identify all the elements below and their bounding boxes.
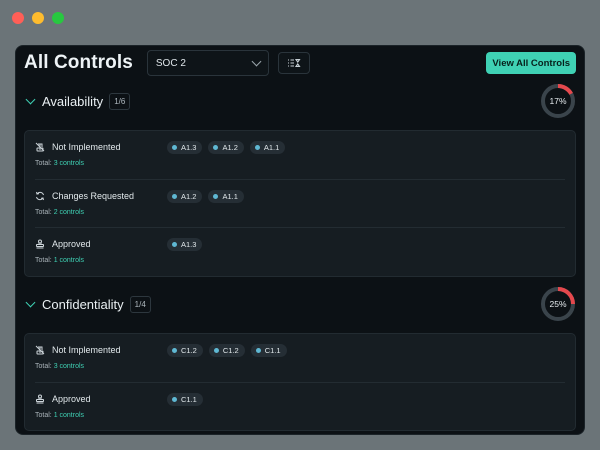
progress-label: 17% <box>549 96 567 106</box>
filter-button[interactable] <box>277 52 310 74</box>
total-label: Total: <box>35 411 52 419</box>
control-chip[interactable]: A1.2 <box>208 141 244 154</box>
chevron-down-icon[interactable] <box>25 297 36 307</box>
refresh-icon <box>36 191 44 200</box>
total-label: Total: <box>35 257 52 264</box>
approved-stamp-icon <box>36 239 44 249</box>
control-chip[interactable]: A1.2 <box>167 189 203 203</box>
total-controls-link[interactable]: 1 controls <box>54 412 84 419</box>
control-chip[interactable]: A1.3 <box>167 238 203 251</box>
status-row[interactable]: Approved Total: 1 controls C1.1 <box>35 383 565 432</box>
status-label: Approved <box>52 239 91 249</box>
list-filter-icon <box>287 58 301 68</box>
framework-select[interactable]: SOC 2 <box>146 50 269 76</box>
section-card-confidentiality: Not Implemented Total: 3 controls C1.2 C… <box>24 333 576 431</box>
chevron-down-icon[interactable] <box>25 94 36 104</box>
view-all-controls-button[interactable]: View All Controls <box>486 52 576 74</box>
status-row[interactable]: Changes Requested Total: 2 controls A1.2… <box>35 180 565 228</box>
total-label: Total: <box>35 160 52 167</box>
framework-select-value: SOC 2 <box>155 57 186 69</box>
not-implemented-icon <box>35 345 45 355</box>
status-row[interactable]: Approved Total: 1 controls A1.3 <box>35 228 565 277</box>
status-label: Not Implemented <box>52 142 121 152</box>
control-chip[interactable]: C1.2 <box>208 344 245 357</box>
chip-dot-icon <box>213 348 219 353</box>
total-label: Total: <box>35 363 52 370</box>
page-title: All Controls <box>24 52 133 73</box>
chip-dot-icon <box>172 348 177 353</box>
total-controls-link[interactable]: 1 controls <box>54 257 84 264</box>
chip-dot-icon <box>255 348 261 353</box>
status-label: Changes Requested <box>52 190 135 201</box>
chip-dot-icon <box>172 242 177 247</box>
minimize-window-button[interactable] <box>32 12 44 24</box>
status-row[interactable]: Not Implemented Total: 3 controls C1.2 C… <box>35 334 565 383</box>
total-controls-link[interactable]: 3 controls <box>54 160 84 167</box>
control-chip[interactable]: A1.3 <box>167 141 203 154</box>
count-badge: 1/6 <box>109 92 131 110</box>
app-window: All Controls SOC 2 View All Controls Ava… <box>15 45 585 435</box>
control-chip[interactable]: A1.1 <box>208 189 244 203</box>
control-chip[interactable]: C1.2 <box>167 344 203 357</box>
total-controls-link[interactable]: 3 controls <box>54 363 84 370</box>
control-chip[interactable]: C1.1 <box>250 344 287 357</box>
chip-dot-icon <box>213 193 219 199</box>
progress-label: 25% <box>549 299 567 309</box>
section-header-availability[interactable]: Availability 1/6 17% <box>24 83 576 119</box>
control-chip[interactable]: A1.1 <box>249 141 286 154</box>
status-label: Not Implemented <box>52 345 121 355</box>
close-window-button[interactable] <box>12 12 24 24</box>
chip-dot-icon <box>254 145 260 150</box>
section-title: Confidentiality <box>42 296 124 312</box>
not-implemented-icon <box>35 142 45 152</box>
chip-dot-icon <box>172 396 177 402</box>
section-header-confidentiality[interactable]: Confidentiality 1/4 25% <box>24 286 576 322</box>
window-controls <box>12 12 64 24</box>
total-label: Total: <box>35 208 52 216</box>
progress-ring: 25% <box>540 286 576 322</box>
approved-stamp-icon <box>36 394 44 403</box>
chip-dot-icon <box>172 145 177 150</box>
chip-dot-icon <box>172 193 177 199</box>
progress-ring: 17% <box>540 83 576 119</box>
header: All Controls SOC 2 View All Controls <box>16 46 584 80</box>
total-controls-link[interactable]: 2 controls <box>54 209 84 216</box>
status-label: Approved <box>52 393 91 404</box>
chip-dot-icon <box>213 145 219 150</box>
status-row[interactable]: Not Implemented Total: 3 controls A1.3 A… <box>35 131 565 180</box>
section-card-availability: Not Implemented Total: 3 controls A1.3 A… <box>24 130 576 277</box>
maximize-window-button[interactable] <box>52 12 64 24</box>
control-chip[interactable]: C1.1 <box>167 392 203 406</box>
chevron-down-icon <box>251 56 262 66</box>
section-title: Availability <box>42 93 104 109</box>
count-badge: 1/4 <box>129 295 151 313</box>
